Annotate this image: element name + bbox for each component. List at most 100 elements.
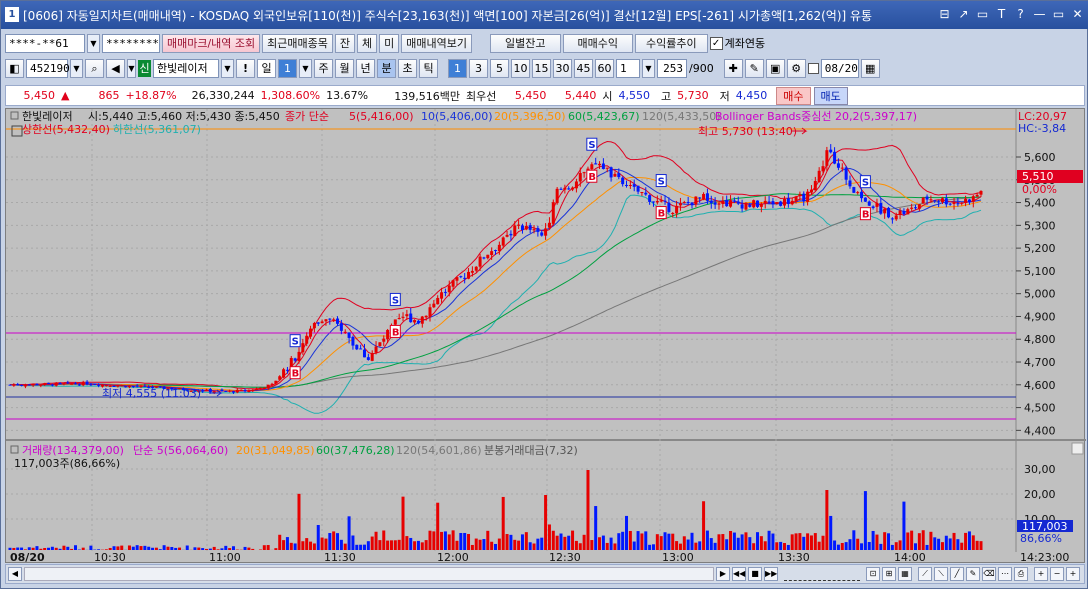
profit-trend-button[interactable]: 수익률추이 (634, 33, 708, 53)
volume-bar (740, 534, 744, 550)
date-checkbox[interactable] (807, 62, 819, 74)
period-second-button[interactable]: 초 (398, 58, 417, 78)
interval-3-button[interactable]: 3 (469, 58, 488, 78)
interval-10-button[interactable]: 10 (511, 58, 530, 78)
period-week-button[interactable]: 주 (314, 58, 333, 78)
recent-trades-button[interactable]: 최근매매종목 (262, 33, 333, 53)
eraser-tool-icon[interactable]: ⌫ (982, 567, 996, 581)
volume-bar (779, 541, 783, 550)
trade-history-button[interactable]: 매매내역보기 (401, 33, 473, 53)
account-link-checkbox[interactable]: ✓ (709, 36, 723, 50)
balance-button[interactable]: 잔 (334, 33, 356, 53)
fib-tool-icon[interactable]: ⟍ (934, 567, 948, 581)
mark-query-button[interactable]: 매매마크/내역 조회 (162, 33, 261, 53)
low-label: 저 (719, 89, 730, 103)
candle-body (278, 376, 282, 380)
interval-30-button[interactable]: 30 (553, 58, 572, 78)
trade-profit-button[interactable]: 매매수익 (562, 33, 633, 53)
search-icon[interactable]: ⌕ (85, 58, 104, 78)
speed-slider[interactable] (784, 567, 860, 581)
interval-5-button[interactable]: 5 (490, 58, 509, 78)
collapse-icon[interactable] (1071, 442, 1084, 455)
screen-icon[interactable]: ▭ (975, 6, 990, 22)
zoom-reset-icon[interactable]: + (1066, 567, 1080, 581)
marker-tool-icon[interactable]: ✎ (966, 567, 980, 581)
password-input[interactable]: ******** (102, 33, 160, 53)
volume-bar (293, 543, 297, 550)
zoom-in-icon[interactable]: + (1034, 567, 1048, 581)
chevron-down-icon[interactable]: ▼ (221, 58, 234, 78)
volume-bar (690, 532, 694, 550)
minimize-icon[interactable]: — (1032, 6, 1047, 22)
line-tool-icon[interactable]: ╱ (950, 567, 964, 581)
date-input[interactable]: 08/20 (820, 58, 859, 78)
interval-45-button[interactable]: 45 (574, 58, 593, 78)
trend-tool-icon[interactable]: ⟋ (918, 567, 932, 581)
rewind-icon[interactable]: ◀◀ (732, 567, 746, 581)
volume-bar (451, 530, 455, 550)
period-minute-button[interactable]: 분 (377, 58, 396, 78)
split-view-icon[interactable]: ⊞ (882, 567, 896, 581)
best-bid: 5,440 (564, 89, 597, 102)
candle-body (274, 380, 278, 384)
sell-button[interactable]: 매도 (813, 86, 848, 105)
daily-balance-button[interactable]: 일별잔고 (490, 33, 561, 53)
volume-bar (917, 533, 921, 550)
period-year-button[interactable]: 년 (356, 58, 375, 78)
candle-body (713, 202, 717, 205)
volume-bar (813, 533, 817, 550)
drawing-icon[interactable]: ✎ (744, 58, 764, 78)
price-volume-chart[interactable]: SBSBSBSBSB 5,6005,5005,4005,3005,2005,10… (6, 109, 1086, 564)
bar-count-input[interactable]: 253 (657, 58, 687, 78)
stop-icon[interactable]: ■ (748, 567, 762, 581)
candle-body (675, 205, 679, 214)
zoom-fit-icon[interactable]: ⊡ (866, 567, 880, 581)
tool-more-icon[interactable]: ⋯ (998, 567, 1012, 581)
alert-button[interactable]: ! (236, 58, 255, 78)
candle-body (967, 199, 971, 203)
account-input[interactable]: ****-**61 (5, 33, 85, 53)
buy-button[interactable]: 매수 (776, 86, 811, 105)
period-count[interactable]: 1 (278, 58, 297, 78)
chevron-down-icon[interactable]: ▼ (70, 58, 83, 78)
chevron-down-icon[interactable]: ▼ (299, 58, 312, 78)
maximize-icon[interactable]: ▭ (1051, 6, 1066, 22)
period-tick-button[interactable]: 틱 (419, 58, 438, 78)
interval-15-button[interactable]: 15 (532, 58, 551, 78)
volume-bar (532, 543, 536, 550)
interval-select[interactable]: 1 (616, 58, 640, 78)
candle-body (532, 229, 536, 231)
period-day-button[interactable]: 일 (257, 58, 276, 78)
candle-body (486, 254, 490, 259)
filled-button[interactable]: 체 (357, 33, 378, 53)
stock-code-input[interactable]: 452190 (26, 58, 70, 78)
grid-view-icon[interactable]: ▦ (898, 567, 912, 581)
font-icon[interactable]: T (994, 6, 1009, 22)
volume-bar (432, 531, 436, 550)
help-icon[interactable]: ? (1013, 6, 1028, 22)
close-icon[interactable]: ✕ (1070, 6, 1085, 22)
horizontal-scrollbar[interactable] (24, 567, 714, 581)
zoom-out-icon[interactable]: − (1050, 567, 1064, 581)
forward-icon[interactable]: ▶▶ (764, 567, 778, 581)
indicator-icon[interactable]: ✚ (723, 58, 743, 78)
gear-icon[interactable]: ⚙ (786, 58, 806, 78)
chart-menu-icon[interactable]: ◧ (5, 58, 24, 78)
print-icon[interactable]: ⎙ (1014, 567, 1028, 581)
link-icon[interactable]: ↗ (956, 6, 971, 22)
speaker-icon[interactable]: ◀ (106, 58, 125, 78)
chevron-down-icon[interactable]: ▼ (127, 58, 136, 78)
period-month-button[interactable]: 월 (335, 58, 354, 78)
volume-bar (960, 542, 964, 550)
scroll-right-icon[interactable]: ▶ (716, 567, 730, 581)
interval-60-button[interactable]: 60 (595, 58, 614, 78)
save-icon[interactable]: ▣ (765, 58, 785, 78)
shrink-icon[interactable]: ⊟ (937, 6, 952, 22)
scroll-left-icon[interactable]: ◀ (8, 567, 22, 581)
chevron-down-icon[interactable]: ▼ (642, 58, 655, 78)
chevron-down-icon[interactable]: ▼ (87, 33, 100, 53)
calendar-icon[interactable]: ▦ (860, 58, 880, 78)
unfilled-button[interactable]: 미 (379, 33, 400, 53)
chart-area[interactable]: SBSBSBSBSB 5,6005,5005,4005,3005,2005,10… (5, 108, 1086, 564)
interval-1-button[interactable]: 1 (448, 58, 467, 78)
